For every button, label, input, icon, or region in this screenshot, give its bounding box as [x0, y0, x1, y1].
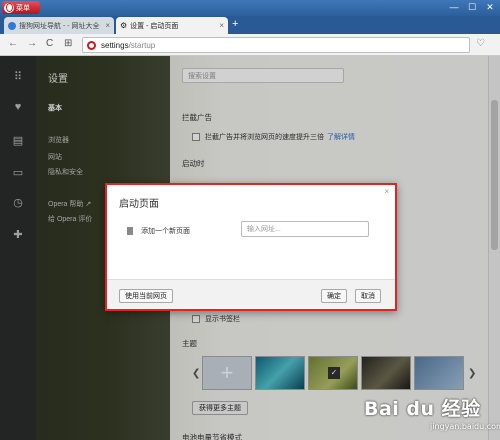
- url-host: settings: [101, 40, 129, 50]
- reload-icon[interactable]: C: [46, 38, 53, 49]
- dialog-title: 启动页面: [119, 199, 159, 210]
- dialog-footer: 使用当前网页 确定 取消: [107, 279, 395, 309]
- speed-dial-grid-icon[interactable]: ⊞: [64, 38, 72, 49]
- tab-close-icon[interactable]: ×: [219, 21, 224, 30]
- watermark-main: Bai du 经验: [364, 398, 481, 420]
- url-field[interactable]: settings/startup: [82, 37, 470, 53]
- opera-logo-icon: [4, 2, 14, 13]
- page-document-icon: [127, 227, 133, 235]
- tab-label: 搜狗网址导航 - - 网址大全: [19, 22, 100, 30]
- tab-sogou[interactable]: 搜狗网址导航 - - 网址大全 ×: [4, 17, 114, 34]
- tab-label: 设置 - 启动页面: [130, 22, 179, 30]
- minimize-button[interactable]: —: [448, 1, 460, 14]
- back-arrow-icon[interactable]: ←: [8, 38, 18, 49]
- url-path: /startup: [128, 40, 156, 50]
- ok-button[interactable]: 确定: [321, 289, 347, 303]
- address-bar: ← → C ⊞ settings/startup ♡: [0, 34, 500, 56]
- sogou-favicon-icon: [8, 21, 16, 30]
- title-bar: 菜单 — ☐ ✕: [0, 0, 500, 16]
- opera-o-icon: [87, 40, 96, 50]
- maximize-button[interactable]: ☐: [466, 1, 478, 14]
- dialog-close-icon[interactable]: ×: [384, 187, 389, 196]
- add-page-label: 添加一个新页面: [141, 228, 190, 235]
- tab-strip: 搜狗网址导航 - - 网址大全 × ⚙ 设置 - 启动页面 × +: [0, 16, 500, 34]
- url-input[interactable]: 输入网址...: [241, 221, 369, 237]
- baidu-jingyan-watermark: Bai du 经验 jingyan.baidu.com: [364, 392, 500, 436]
- new-tab-button[interactable]: +: [232, 18, 238, 30]
- cancel-button[interactable]: 取消: [355, 289, 381, 303]
- gear-icon: ⚙: [120, 21, 128, 30]
- forward-arrow-icon[interactable]: →: [27, 38, 37, 49]
- close-window-button[interactable]: ✕: [484, 1, 496, 14]
- tab-settings[interactable]: ⚙ 设置 - 启动页面 ×: [116, 17, 228, 34]
- watermark-url: jingyan.baidu.com: [430, 422, 500, 431]
- tab-close-icon[interactable]: ×: [105, 21, 110, 30]
- opera-menu-button[interactable]: 菜单: [2, 1, 40, 14]
- menu-label: 菜单: [16, 4, 30, 12]
- startup-pages-dialog: 启动页面 × 添加一个新页面 输入网址... 使用当前网页 确定 取消: [105, 183, 397, 311]
- use-current-pages-button[interactable]: 使用当前网页: [119, 289, 173, 303]
- bookmark-heart-icon[interactable]: ♡: [476, 38, 485, 49]
